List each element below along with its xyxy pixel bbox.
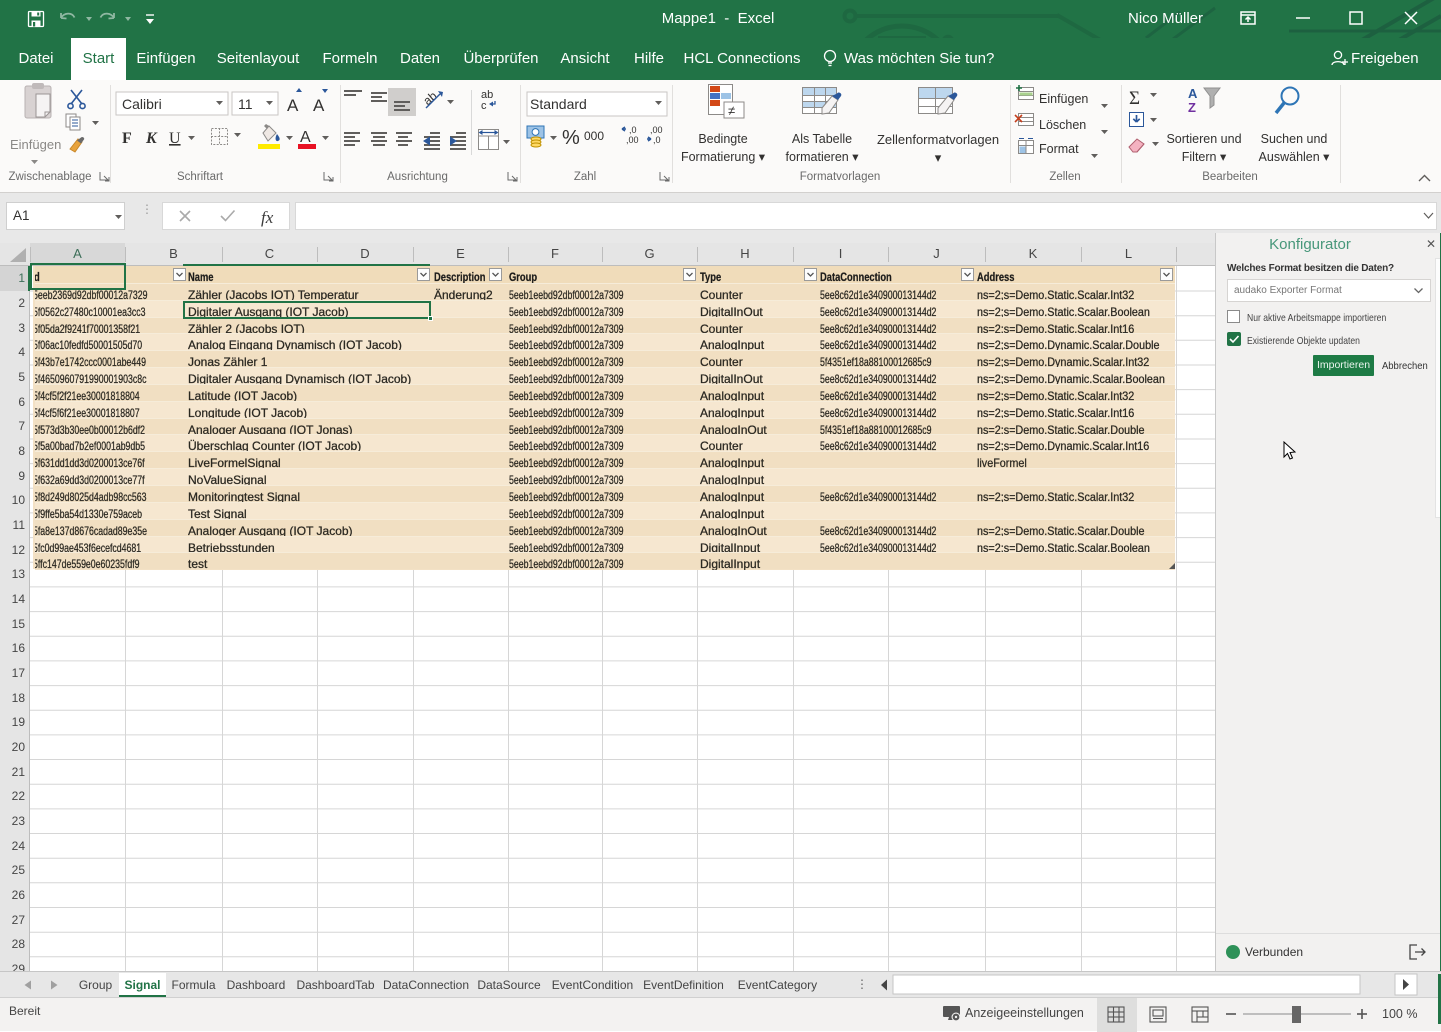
svg-text:U: U: [169, 130, 181, 147]
svg-text:ab: ab: [420, 88, 439, 108]
svg-text:A: A: [1188, 86, 1198, 101]
svg-text:A: A: [287, 96, 299, 115]
svg-text:,0: ,0: [653, 135, 661, 145]
svg-text:000: 000: [584, 129, 604, 143]
svg-text:A: A: [300, 129, 311, 146]
svg-text:A: A: [313, 96, 325, 115]
svg-text:≠: ≠: [728, 103, 735, 118]
svg-text:Anzeigeeinstellungen: Anzeigeeinstellungen: [965, 1006, 1084, 1020]
svg-text:c: c: [481, 100, 487, 112]
svg-text:,00: ,00: [626, 135, 639, 145]
svg-text:,00: ,00: [650, 125, 663, 135]
svg-text:Z: Z: [1188, 100, 1196, 115]
svg-text:K: K: [145, 130, 158, 147]
svg-text:fx: fx: [261, 208, 274, 227]
svg-text:100 %: 100 %: [1382, 1007, 1417, 1021]
svg-text:F: F: [122, 130, 132, 147]
svg-text:%: %: [562, 127, 580, 149]
svg-text:,0: ,0: [629, 125, 637, 135]
svg-text:Σ: Σ: [1129, 88, 1140, 109]
